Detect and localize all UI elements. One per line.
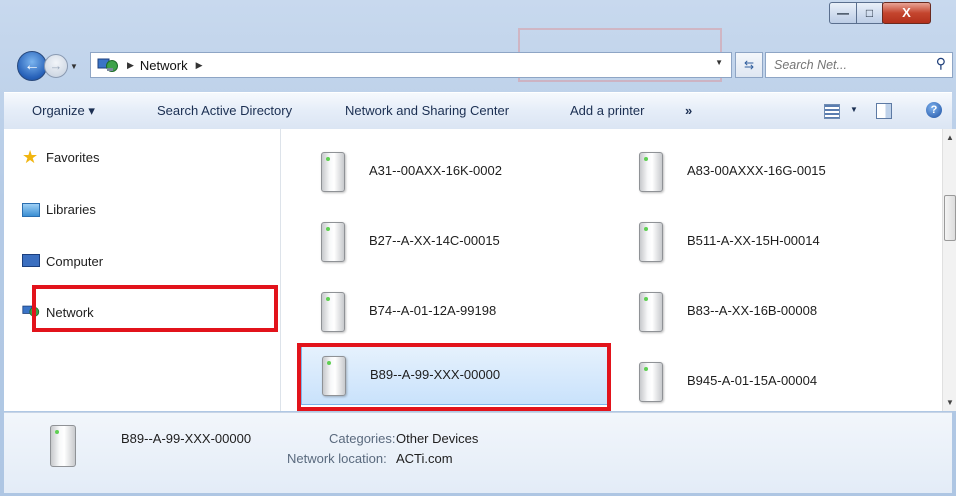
preview-pane-icon[interactable] xyxy=(876,103,892,119)
device-name: B83--A-XX-16B-00008 xyxy=(687,302,818,318)
sidebar-item-libraries[interactable]: Libraries xyxy=(22,201,96,217)
search-icon[interactable]: ⚲ xyxy=(936,55,946,72)
device-list: A31--00AXX-16K-0002 A83-00AXXX-16G-0015 … xyxy=(281,129,946,411)
computer-icon xyxy=(22,253,40,269)
list-item[interactable]: B511-A-XX-15H-00014 xyxy=(599,215,899,265)
title-bar: — □ X xyxy=(0,0,956,82)
add-printer-button[interactable]: Add a printer xyxy=(570,103,644,118)
help-icon[interactable]: ? xyxy=(926,102,942,118)
breadcrumb-separator-icon[interactable]: ▶ xyxy=(127,60,134,71)
sidebar-item-computer[interactable]: Computer xyxy=(22,253,103,269)
refresh-button[interactable]: ⇆ xyxy=(735,52,763,78)
network-highlight-box xyxy=(32,285,278,332)
close-button[interactable]: X xyxy=(882,2,931,24)
device-name: A31--00AXX-16K-0002 xyxy=(369,162,502,178)
list-item[interactable]: A31--00AXX-16K-0002 xyxy=(281,145,581,195)
vertical-scrollbar[interactable]: ▲ ▼ xyxy=(942,129,956,411)
navigation-pane: ★ Favorites Libraries Computer Network xyxy=(4,129,281,411)
device-name: A83-00AXXX-16G-0015 xyxy=(687,162,826,178)
list-item[interactable]: B83--A-XX-16B-00008 xyxy=(599,285,899,335)
close-icon: X xyxy=(902,5,911,20)
categories-label: Categories: xyxy=(329,431,396,446)
details-device-name: B89--A-99-XXX-00000 xyxy=(121,431,252,446)
details-pane: B89--A-99-XXX-00000 Categories: Other De… xyxy=(4,412,952,493)
network-device-icon xyxy=(50,425,76,467)
maximize-button[interactable]: □ xyxy=(856,2,883,24)
organize-menu[interactable]: Organize ▾ xyxy=(32,103,95,119)
library-icon xyxy=(22,201,40,217)
minimize-icon: — xyxy=(837,6,849,20)
network-device-icon xyxy=(635,360,663,402)
main-area: ★ Favorites Libraries Computer Network A… xyxy=(4,129,956,411)
explorer-window: — □ X ← → ▼ ▶ Network ▶ ▼ ⇆ ⚲ Organize ▾… xyxy=(0,0,956,496)
network-location-value: ACTi.com xyxy=(396,451,453,466)
device-name: B945-A-01-15A-00004 xyxy=(687,372,818,388)
back-arrow-icon: ← xyxy=(24,57,40,74)
network-location-label: Network location: xyxy=(287,451,387,466)
categories-value: Other Devices xyxy=(396,431,479,446)
command-bar: Organize ▾ Search Active Directory Netwo… xyxy=(4,92,952,130)
sidebar-item-favorites[interactable]: ★ Favorites xyxy=(22,147,100,167)
scroll-up-icon[interactable]: ▲ xyxy=(946,133,954,142)
network-device-icon xyxy=(317,150,345,192)
view-options-dropdown-icon[interactable]: ▼ xyxy=(850,105,858,114)
sidebar-item-label: Computer xyxy=(46,253,104,269)
search-active-directory-button[interactable]: Search Active Directory xyxy=(157,103,292,118)
scrollbar-thumb[interactable] xyxy=(944,195,956,241)
selected-device-highlight-box xyxy=(297,343,611,411)
network-sharing-center-button[interactable]: Network and Sharing Center xyxy=(345,103,509,118)
back-button[interactable]: ← xyxy=(17,51,47,81)
recent-pages-dropdown-icon[interactable]: ▼ xyxy=(70,62,78,71)
breadcrumb-separator-icon[interactable]: ▶ xyxy=(196,60,203,71)
list-item[interactable]: A83-00AXXX-16G-0015 xyxy=(599,145,899,195)
forward-arrow-icon: → xyxy=(49,58,63,73)
minimize-button[interactable]: — xyxy=(829,2,857,24)
network-device-icon xyxy=(317,220,345,262)
device-name: B511-A-XX-15H-00014 xyxy=(687,232,820,248)
network-device-icon xyxy=(635,150,663,192)
breadcrumb-network[interactable]: Network xyxy=(140,58,188,73)
sidebar-item-label: Favorites xyxy=(46,149,100,165)
address-history-dropdown-icon[interactable]: ▼ xyxy=(715,58,723,67)
more-commands-button[interactable]: » xyxy=(685,103,692,118)
forward-button[interactable]: → xyxy=(44,54,68,78)
refresh-icon: ⇆ xyxy=(743,58,755,72)
sidebar-item-label: Libraries xyxy=(46,201,96,217)
network-device-icon xyxy=(635,220,663,262)
device-name: B74--A-01-12A-99198 xyxy=(369,302,497,318)
device-name: B27--A-XX-14C-00015 xyxy=(369,232,500,248)
scroll-down-icon[interactable]: ▼ xyxy=(946,398,954,407)
navigation-bar: ← → ▼ ▶ Network ▶ ▼ ⇆ ⚲ xyxy=(0,48,956,84)
address-bar[interactable]: ▶ Network ▶ ▼ xyxy=(90,52,732,78)
list-item[interactable]: B945-A-01-15A-00004 xyxy=(599,355,899,405)
maximize-icon: □ xyxy=(865,6,874,20)
list-item[interactable]: B74--A-01-12A-99198 xyxy=(281,285,581,335)
star-icon: ★ xyxy=(22,147,39,167)
search-input[interactable] xyxy=(772,53,926,77)
search-box[interactable]: ⚲ xyxy=(765,52,953,78)
network-icon xyxy=(97,57,119,73)
change-view-icon[interactable] xyxy=(824,104,840,119)
network-device-icon xyxy=(317,290,345,332)
list-item[interactable]: B27--A-XX-14C-00015 xyxy=(281,215,581,265)
network-device-icon xyxy=(635,290,663,332)
